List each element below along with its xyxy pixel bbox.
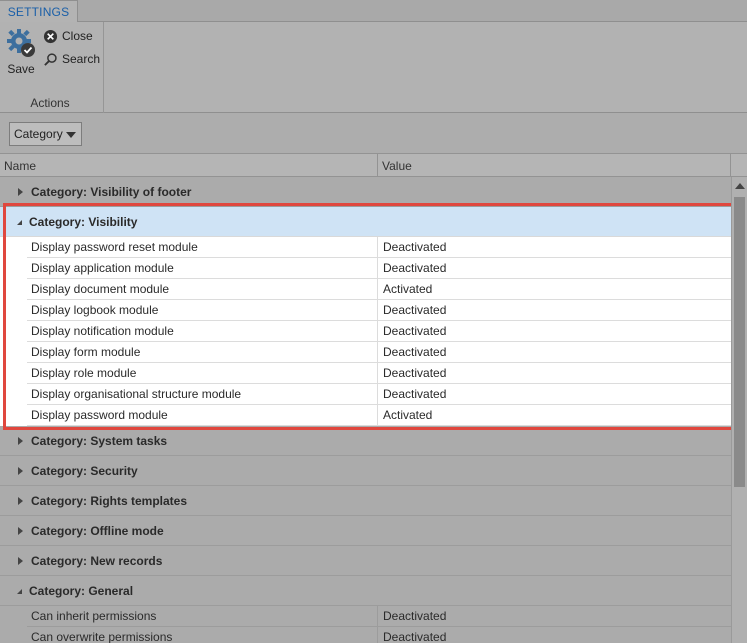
property-row[interactable]: Can overwrite permissions Deactivated [0,627,731,643]
actions-group: Save Close Search Actions [0,22,104,113]
property-name: Display password reset module [27,237,378,258]
scrollbar-thumb[interactable] [734,197,745,487]
gear-save-icon [7,29,35,57]
grid-header: Name Value [0,154,747,177]
group-label-actions: Actions [30,96,70,110]
property-name: Can overwrite permissions [27,627,378,643]
property-value[interactable]: Deactivated [378,258,731,279]
save-label: Save [7,62,35,76]
category-row-rights-templates[interactable]: Category: Rights templates [0,486,731,516]
collapse-arrow-icon[interactable] [17,220,22,225]
category-row-visibility-of-footer[interactable]: Category: Visibility of footer [0,177,731,207]
close-button[interactable]: Close [43,27,93,45]
property-row[interactable]: Display password module Activated [0,405,731,426]
category-dropdown-value: Category [14,127,63,141]
chevron-down-icon [66,132,76,138]
expand-arrow-icon[interactable] [18,526,23,535]
category-label: Category: System tasks [31,433,168,448]
category-dropdown[interactable]: Category [9,122,82,146]
save-button[interactable]: Save [4,28,38,78]
property-name: Display role module [27,363,378,384]
property-row[interactable]: Display password reset module Deactivate… [0,237,731,258]
property-name: Display logbook module [27,300,378,321]
property-value[interactable]: Deactivated [378,300,731,321]
property-value[interactable]: Deactivated [378,384,731,405]
category-row-visibility[interactable]: Category: Visibility [0,207,731,237]
category-label: Category: Security [31,463,138,478]
property-value[interactable]: Activated [378,279,731,300]
property-value[interactable]: Deactivated [378,321,731,342]
property-value[interactable]: Deactivated [378,342,731,363]
property-name: Display document module [27,279,378,300]
property-name: Display notification module [27,321,378,342]
property-row[interactable]: Display application module Deactivated [0,258,731,279]
expand-arrow-icon[interactable] [18,556,23,565]
category-label: Category: Visibility [29,214,138,229]
category-row-security[interactable]: Category: Security [0,456,731,486]
vertical-scrollbar[interactable] [731,177,747,643]
category-label: Category: New records [31,553,163,568]
category-label: Category: General [29,583,134,598]
property-row[interactable]: Display role module Deactivated [0,363,731,384]
search-button[interactable]: Search [43,50,100,68]
property-value[interactable]: Deactivated [378,363,731,384]
category-row-new-records[interactable]: Category: New records [0,546,731,576]
expand-arrow-icon[interactable] [18,466,23,475]
property-value[interactable]: Deactivated [378,627,731,643]
ribbon: Save Close Search Actions [0,22,747,113]
category-label: Category: Rights templates [31,493,188,508]
scroll-up-arrow-icon[interactable] [735,183,745,189]
category-label: Category: Visibility of footer [31,184,192,199]
property-value[interactable]: Deactivated [378,606,731,627]
category-row-offline-mode[interactable]: Category: Offline mode [0,516,731,546]
collapse-arrow-icon[interactable] [17,589,22,594]
category-row-general[interactable]: Category: General [0,576,731,606]
property-row[interactable]: Can inherit permissions Deactivated [0,606,731,627]
property-row[interactable]: Display form module Deactivated [0,342,731,363]
property-name: Display form module [27,342,378,363]
property-name: Display application module [27,258,378,279]
search-label: Search [62,52,101,66]
category-label: Category: Offline mode [31,523,164,538]
close-label: Close [62,29,93,43]
close-icon [43,29,58,43]
property-value[interactable]: Activated [378,405,731,426]
column-header-name[interactable]: Name [0,154,378,177]
property-row[interactable]: Display logbook module Deactivated [0,300,731,321]
expand-arrow-icon[interactable] [18,436,23,445]
property-grid: Category: Visibility of footer Category:… [0,177,731,643]
column-header-value[interactable]: Value [378,154,731,177]
filter-bar: Category [0,113,747,154]
ribbon-tab-strip: SETTINGS [0,0,747,23]
property-row[interactable]: Display organisational structure module … [0,384,731,405]
property-row[interactable]: Display notification module Deactivated [0,321,731,342]
property-name: Display password module [27,405,378,426]
expand-arrow-icon[interactable] [18,187,23,196]
property-value[interactable]: Deactivated [378,237,731,258]
property-name: Display organisational structure module [27,384,378,405]
expand-arrow-icon[interactable] [18,496,23,505]
category-block-visibility: Category: Visibility Display password re… [0,207,731,426]
property-row[interactable]: Display document module Activated [0,279,731,300]
tab-settings[interactable]: SETTINGS [0,0,78,23]
property-name: Can inherit permissions [27,606,378,627]
category-row-system-tasks[interactable]: Category: System tasks [0,426,731,456]
search-icon [44,52,57,66]
